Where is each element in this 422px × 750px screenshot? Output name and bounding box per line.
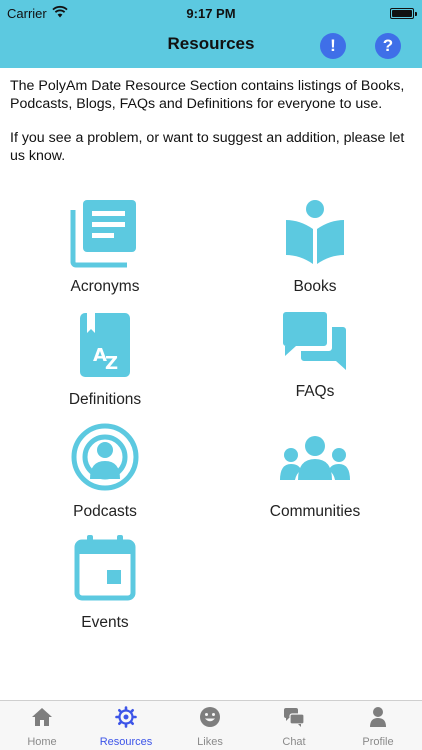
resource-faqs[interactable]: FAQs: [225, 311, 405, 401]
tab-bar: Home Resources Likes Chat Profile: [0, 700, 422, 750]
nav-header: Carrier 9:17 PM Resources ! ?: [0, 0, 422, 68]
resource-books[interactable]: Books: [225, 198, 405, 296]
intro-paragraph-1: The PolyAm Date Resource Section contain…: [10, 78, 405, 112]
tab-home[interactable]: Home: [0, 701, 84, 750]
tab-label: Resources: [99, 736, 153, 748]
resource-label: Acronyms: [70, 278, 140, 295]
calendar-icon: [74, 535, 136, 601]
person-icon: [370, 707, 386, 727]
resource-label: Definitions: [68, 391, 142, 408]
smiley-icon: [200, 707, 220, 727]
tab-label: Chat: [282, 736, 306, 748]
resource-label: Events: [81, 614, 129, 631]
help-button[interactable]: ?: [375, 33, 401, 59]
reader-book-icon: [286, 200, 344, 264]
clock: 9:17 PM: [186, 6, 236, 21]
status-bar: Carrier 9:17 PM: [0, 0, 422, 26]
group-icon: [280, 436, 350, 480]
podcast-icon: [71, 423, 139, 491]
home-icon: [32, 708, 52, 726]
intro-text: The PolyAm Date Resource Section contain…: [10, 78, 415, 165]
svg-text:Z: Z: [105, 353, 118, 374]
intro-paragraph-2: If you see a problem, or want to suggest…: [10, 130, 405, 164]
gear-icon: [115, 706, 137, 728]
resource-label: FAQs: [295, 383, 335, 400]
battery-icon: [390, 8, 417, 19]
chat-icon: [284, 708, 305, 727]
chat-bubbles-icon: [283, 312, 346, 370]
tab-label: Likes: [197, 736, 223, 748]
resource-definitions[interactable]: A Z Definitions: [15, 311, 195, 409]
tab-profile[interactable]: Profile: [336, 701, 420, 750]
resource-acronyms[interactable]: Acronyms: [15, 198, 195, 296]
tab-resources[interactable]: Resources: [84, 701, 168, 750]
document-list-icon: [70, 200, 136, 268]
resource-events[interactable]: Events: [15, 534, 195, 632]
tab-label: Home: [27, 736, 57, 748]
tab-chat[interactable]: Chat: [252, 701, 336, 750]
resource-label: Books: [293, 278, 337, 295]
tab-likes[interactable]: Likes: [168, 701, 252, 750]
resource-label: Podcasts: [73, 503, 137, 520]
resource-label: Communities: [269, 503, 361, 520]
resource-podcasts[interactable]: Podcasts: [15, 423, 195, 521]
resource-communities[interactable]: Communities: [225, 434, 405, 521]
page-title: Resources: [167, 34, 255, 53]
tab-label: Profile: [362, 736, 394, 748]
alert-button[interactable]: !: [320, 33, 346, 59]
dictionary-az-icon: A Z: [80, 313, 130, 377]
